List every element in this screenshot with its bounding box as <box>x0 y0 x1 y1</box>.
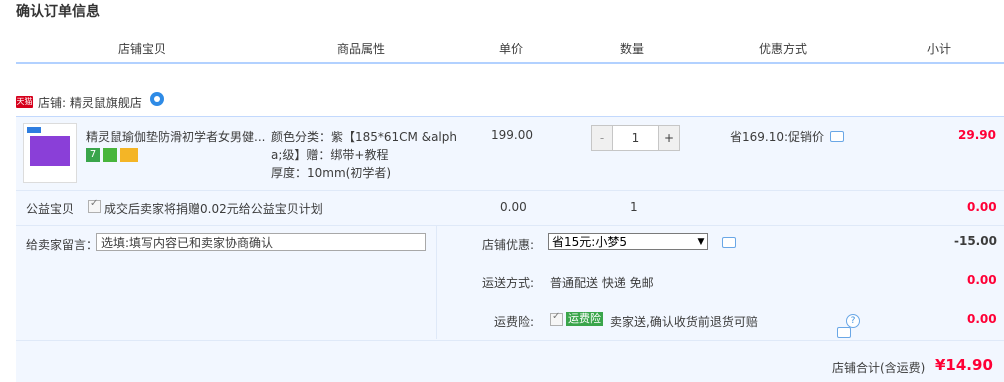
wangwang-chat-icon[interactable] <box>149 92 164 106</box>
thumbnail-mat-image <box>30 136 70 166</box>
column-header-item: 店铺宝贝 <box>118 42 167 56</box>
seven-day-return-icon[interactable]: 7 <box>86 148 100 162</box>
promotion-info: 省169.10:促销价 <box>730 128 845 145</box>
shop-total-label: 店铺合计(含运费) <box>832 361 926 375</box>
chevron-down-icon: ▼ <box>697 237 705 247</box>
insurance-text: 卖家送,确认收货前退货可赔 <box>610 315 758 329</box>
shop-total-value: ¥14.90 <box>935 356 993 374</box>
message-icon[interactable] <box>837 327 851 338</box>
attr-line-gift: a;级】赠：绑带+教程 <box>271 148 389 162</box>
quantity-increase-button[interactable]: + <box>658 125 680 151</box>
attr-line-thickness: 厚度：10mm(初学者) <box>271 166 392 180</box>
unit-price: 199.00 <box>491 128 533 142</box>
shop-name-link[interactable]: 店铺: 精灵鼠旗舰店 <box>38 94 142 111</box>
charity-quantity: 1 <box>630 200 638 214</box>
message-icon[interactable] <box>830 131 845 142</box>
shop-discount-amount: -15.00 <box>954 234 997 248</box>
guarantee-icon[interactable] <box>103 148 117 162</box>
item-top-border <box>16 116 1004 117</box>
total-divider <box>16 340 1004 341</box>
panel-vertical-divider <box>436 226 437 339</box>
shop-discount-select[interactable]: 省15元:小梦5 ▼ <box>548 233 708 250</box>
shipping-label: 运送方式: <box>482 276 535 290</box>
service-badges: 7 <box>86 148 138 162</box>
shop-discount-label: 店铺优惠: <box>482 238 535 252</box>
insurance-checkbox[interactable] <box>550 311 563 326</box>
header-divider <box>16 62 1004 64</box>
product-thumbnail[interactable] <box>23 123 77 183</box>
thumbnail-brand-mark <box>27 127 41 133</box>
insurance-tag: 运费险 <box>566 312 603 326</box>
charity-text: 成交后卖家将捐赠0.02元给公益宝贝计划 <box>104 202 323 216</box>
shop-discount-selected: 省15元:小梦5 <box>552 235 627 249</box>
seller-memo-input[interactable]: 选填:填写内容已和卖家协商确认 <box>96 233 426 251</box>
shipping-method: 普通配送 快递 免邮 <box>550 276 654 290</box>
attr-line-color: 颜色分类：紫【185*61CM &alph <box>271 130 457 144</box>
quantity-stepper: - 1 + <box>591 125 680 151</box>
charity-subtotal: 0.00 <box>967 200 997 214</box>
row-divider <box>16 225 1004 226</box>
column-header-attributes: 商品属性 <box>337 42 386 56</box>
insurance-label: 运费险: <box>494 315 535 329</box>
insurance-amount: 0.00 <box>967 312 997 326</box>
column-header-discount: 优惠方式 <box>759 42 808 56</box>
shop-row: 天猫 店铺: 精灵鼠旗舰店 <box>16 92 164 111</box>
column-header-subtotal: 小计 <box>927 42 952 56</box>
page-title: 确认订单信息 <box>16 4 100 20</box>
quantity-decrease-button[interactable]: - <box>591 125 613 151</box>
charity-checkbox[interactable] <box>88 198 101 213</box>
quantity-input[interactable]: 1 <box>613 125 658 151</box>
charity-price: 0.00 <box>500 200 527 214</box>
row-divider <box>16 190 1004 191</box>
help-icon[interactable]: ? <box>846 314 860 328</box>
memo-label: 给卖家留言： <box>26 238 99 252</box>
message-icon[interactable] <box>722 237 736 248</box>
product-name-link[interactable]: 精灵鼠瑜伽垫防滑初学者女男健... <box>86 128 266 145</box>
product-attributes: 颜色分类：紫【185*61CM &alph a;级】赠：绑带+教程 厚度：10m… <box>271 128 471 182</box>
column-header-unit-price: 单价 <box>499 42 524 56</box>
charity-label: 公益宝贝 <box>26 202 75 216</box>
item-subtotal: 29.90 <box>958 128 996 142</box>
credit-card-icon[interactable] <box>120 148 138 162</box>
promotion-text: 省169.10:促销价 <box>730 130 825 144</box>
column-header-quantity: 数量 <box>620 42 645 56</box>
tmall-badge-icon: 天猫 <box>16 96 33 108</box>
shipping-amount: 0.00 <box>967 273 997 287</box>
